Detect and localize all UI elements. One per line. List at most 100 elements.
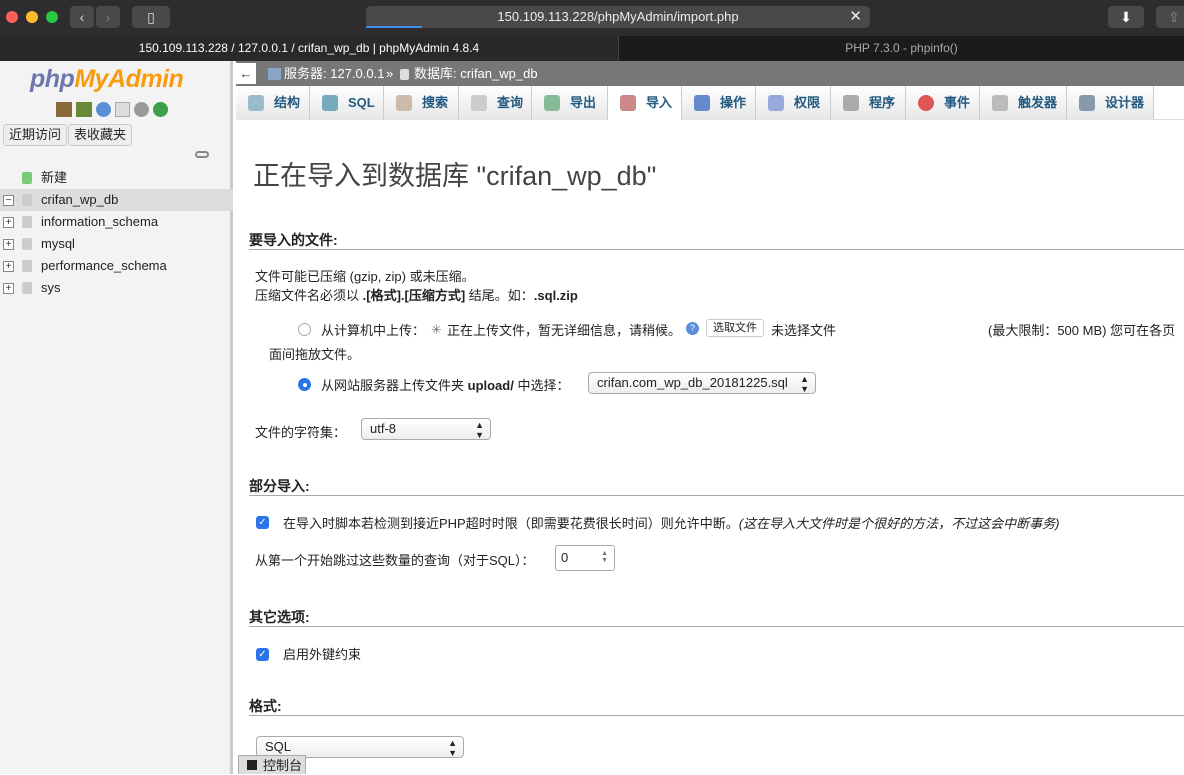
compress-note-2: 压缩文件名必须以 .[格式].[压缩方式] 结尾。如：.sql.zip bbox=[255, 288, 578, 303]
expand-icon[interactable]: + bbox=[3, 239, 14, 250]
share-icon[interactable]: ⇪ bbox=[1156, 6, 1184, 28]
select-arrows-icon: ▲ ▼ bbox=[475, 420, 484, 440]
tab-import[interactable]: 导入 bbox=[608, 86, 682, 120]
reload-icon[interactable] bbox=[153, 102, 168, 117]
link-icon[interactable] bbox=[195, 151, 209, 158]
address-bar[interactable]: 150.109.113.228/phpMyAdmin/import.php ✕ bbox=[366, 6, 870, 28]
spinner-icon: ✳ bbox=[431, 322, 442, 337]
import-icon bbox=[620, 95, 636, 111]
triggers-icon bbox=[992, 95, 1008, 111]
tree-item-db[interactable]: + sys bbox=[0, 277, 233, 299]
upload-server-label: 从网站服务器上传文件夹 upload/ 中选择： bbox=[321, 378, 570, 393]
section-file: 要导入的文件: bbox=[249, 230, 1184, 250]
tab-structure[interactable]: 结构 bbox=[236, 86, 310, 120]
export-icon bbox=[544, 95, 560, 111]
browser-tab-active[interactable]: 150.109.113.228 / 127.0.0.1 / crifan_wp_… bbox=[0, 36, 618, 61]
database-icon bbox=[22, 216, 32, 228]
skip-queries-input[interactable]: 0 ▲ ▼ bbox=[555, 545, 615, 571]
main-tabs: 结构 SQL 搜索 查询 导出 导入 操作 权限 程序 事件 触发器 设计器 bbox=[236, 86, 1184, 120]
navigation-panel: phpMyAdmin 近期访问 表收藏夹 新建 − crifan_wp_db + i… bbox=[0, 61, 233, 774]
upload-local-label: 从计算机中上传： bbox=[321, 323, 426, 338]
browser-tabs: 150.109.113.228 / 127.0.0.1 / crifan_wp_… bbox=[0, 36, 1184, 61]
tab-search[interactable]: 搜索 bbox=[384, 86, 459, 120]
help-icon[interactable]: ? bbox=[686, 322, 699, 335]
choose-file-button[interactable]: 选取文件 bbox=[706, 319, 764, 337]
favorites-button[interactable]: 表收藏夹 bbox=[68, 124, 133, 146]
collapse-icon[interactable]: − bbox=[3, 195, 14, 206]
skip-queries-label: 从第一个开始跳过这些数量的查询（对于SQL）： bbox=[255, 553, 535, 568]
routines-icon bbox=[843, 95, 859, 111]
settings-gear-icon[interactable] bbox=[134, 102, 149, 117]
structure-icon bbox=[248, 95, 264, 111]
expand-icon[interactable]: + bbox=[3, 217, 14, 228]
compress-note: 文件可能已压缩 (gzip, zip) 或未压缩。 bbox=[255, 269, 475, 284]
phpmyadmin-logo[interactable]: phpMyAdmin bbox=[30, 65, 184, 94]
foreign-key-checkbox[interactable]: ✓ bbox=[256, 648, 269, 661]
clock-icon bbox=[918, 95, 934, 111]
tab-operations[interactable]: 操作 bbox=[682, 86, 756, 120]
tab-export[interactable]: 导出 bbox=[532, 86, 608, 120]
tab-query[interactable]: 查询 bbox=[459, 86, 532, 120]
collapse-panel-button[interactable]: ← bbox=[236, 63, 256, 84]
foreign-key-label: 启用外键约束 bbox=[283, 647, 362, 662]
tree-item-db[interactable]: − crifan_wp_db bbox=[0, 189, 233, 211]
new-db-icon bbox=[22, 172, 32, 184]
browser-toolbar: ‹ › ▯ 150.109.113.228/phpMyAdmin/import.… bbox=[0, 0, 1184, 36]
breadcrumb: ← 服务器: 127.0.0.1 » 数据库: crifan_wp_db bbox=[236, 61, 1184, 86]
select-arrows-icon: ▲ ▼ bbox=[800, 374, 809, 394]
tab-routines[interactable]: 程序 bbox=[831, 86, 906, 120]
sql-icon bbox=[322, 95, 338, 111]
allow-interrupt-checkbox[interactable]: ✓ bbox=[256, 516, 269, 529]
back-button[interactable]: ‹ bbox=[70, 6, 94, 28]
console-icon bbox=[247, 760, 257, 770]
database-icon bbox=[22, 194, 32, 206]
sidebar-toggle-icon[interactable]: ▯ bbox=[132, 6, 170, 28]
forward-button[interactable]: › bbox=[96, 6, 120, 28]
tab-triggers[interactable]: 触发器 bbox=[980, 86, 1067, 120]
search-icon bbox=[396, 95, 412, 111]
no-file-chosen: 未选择文件 bbox=[771, 323, 837, 338]
privileges-icon bbox=[768, 95, 784, 111]
database-icon bbox=[22, 238, 32, 250]
charset-select[interactable]: utf-8 ▲ ▼ bbox=[361, 418, 491, 440]
stop-loading-icon[interactable]: ✕ bbox=[849, 6, 862, 28]
section-other: 其它选项: bbox=[249, 607, 1184, 627]
maximize-window-button[interactable] bbox=[46, 11, 58, 23]
tab-events[interactable]: 事件 bbox=[906, 86, 980, 120]
minimize-window-button[interactable] bbox=[26, 11, 38, 23]
docs-icon[interactable] bbox=[115, 102, 130, 117]
console-toggle[interactable]: 控制台 bbox=[238, 755, 306, 774]
breadcrumb-separator: » bbox=[386, 66, 394, 81]
database-icon bbox=[22, 282, 32, 294]
designer-icon bbox=[1079, 95, 1095, 111]
server-file-select[interactable]: crifan.com_wp_db_20181225.sql ▲ ▼ bbox=[588, 372, 816, 394]
upload-local-radio[interactable] bbox=[298, 323, 311, 336]
breadcrumb-database[interactable]: 数据库: crifan_wp_db bbox=[414, 61, 538, 86]
home-icon[interactable] bbox=[56, 102, 72, 117]
page-load-progress bbox=[366, 26, 422, 28]
browser-tab[interactable]: PHP 7.3.0 - phpinfo() bbox=[618, 36, 1184, 61]
expand-icon[interactable]: + bbox=[3, 261, 14, 272]
breadcrumb-server[interactable]: 服务器: 127.0.0.1 bbox=[284, 61, 384, 86]
wrench-icon bbox=[694, 95, 710, 111]
recent-button[interactable]: 近期访问 bbox=[3, 124, 68, 146]
upload-server-radio[interactable] bbox=[298, 378, 311, 391]
drag-drop-note: 面间拖放文件。 bbox=[269, 347, 361, 362]
tab-designer[interactable]: 设计器 bbox=[1067, 86, 1154, 120]
max-size-note: (最大限制：500 MB) 您可在各页 bbox=[988, 323, 1176, 338]
downloads-icon[interactable]: ⬇ bbox=[1108, 6, 1144, 28]
tree-item-new[interactable]: 新建 bbox=[0, 167, 233, 189]
tree-item-db[interactable]: + performance_schema bbox=[0, 255, 233, 277]
tree-item-db[interactable]: + information_schema bbox=[0, 211, 233, 233]
database-icon bbox=[22, 260, 32, 272]
tab-privileges[interactable]: 权限 bbox=[756, 86, 831, 120]
help-icon[interactable] bbox=[96, 102, 111, 117]
close-window-button[interactable] bbox=[6, 11, 18, 23]
tab-sql[interactable]: SQL bbox=[310, 86, 384, 120]
expand-icon[interactable]: + bbox=[3, 283, 14, 294]
server-icon bbox=[268, 68, 281, 80]
uploading-status: 正在上传文件，暂无详细信息，请稍候。 bbox=[447, 323, 682, 338]
url-text: 150.109.113.228/phpMyAdmin/import.php bbox=[497, 9, 739, 24]
tree-item-db[interactable]: + mysql bbox=[0, 233, 233, 255]
logout-icon[interactable] bbox=[76, 102, 92, 117]
